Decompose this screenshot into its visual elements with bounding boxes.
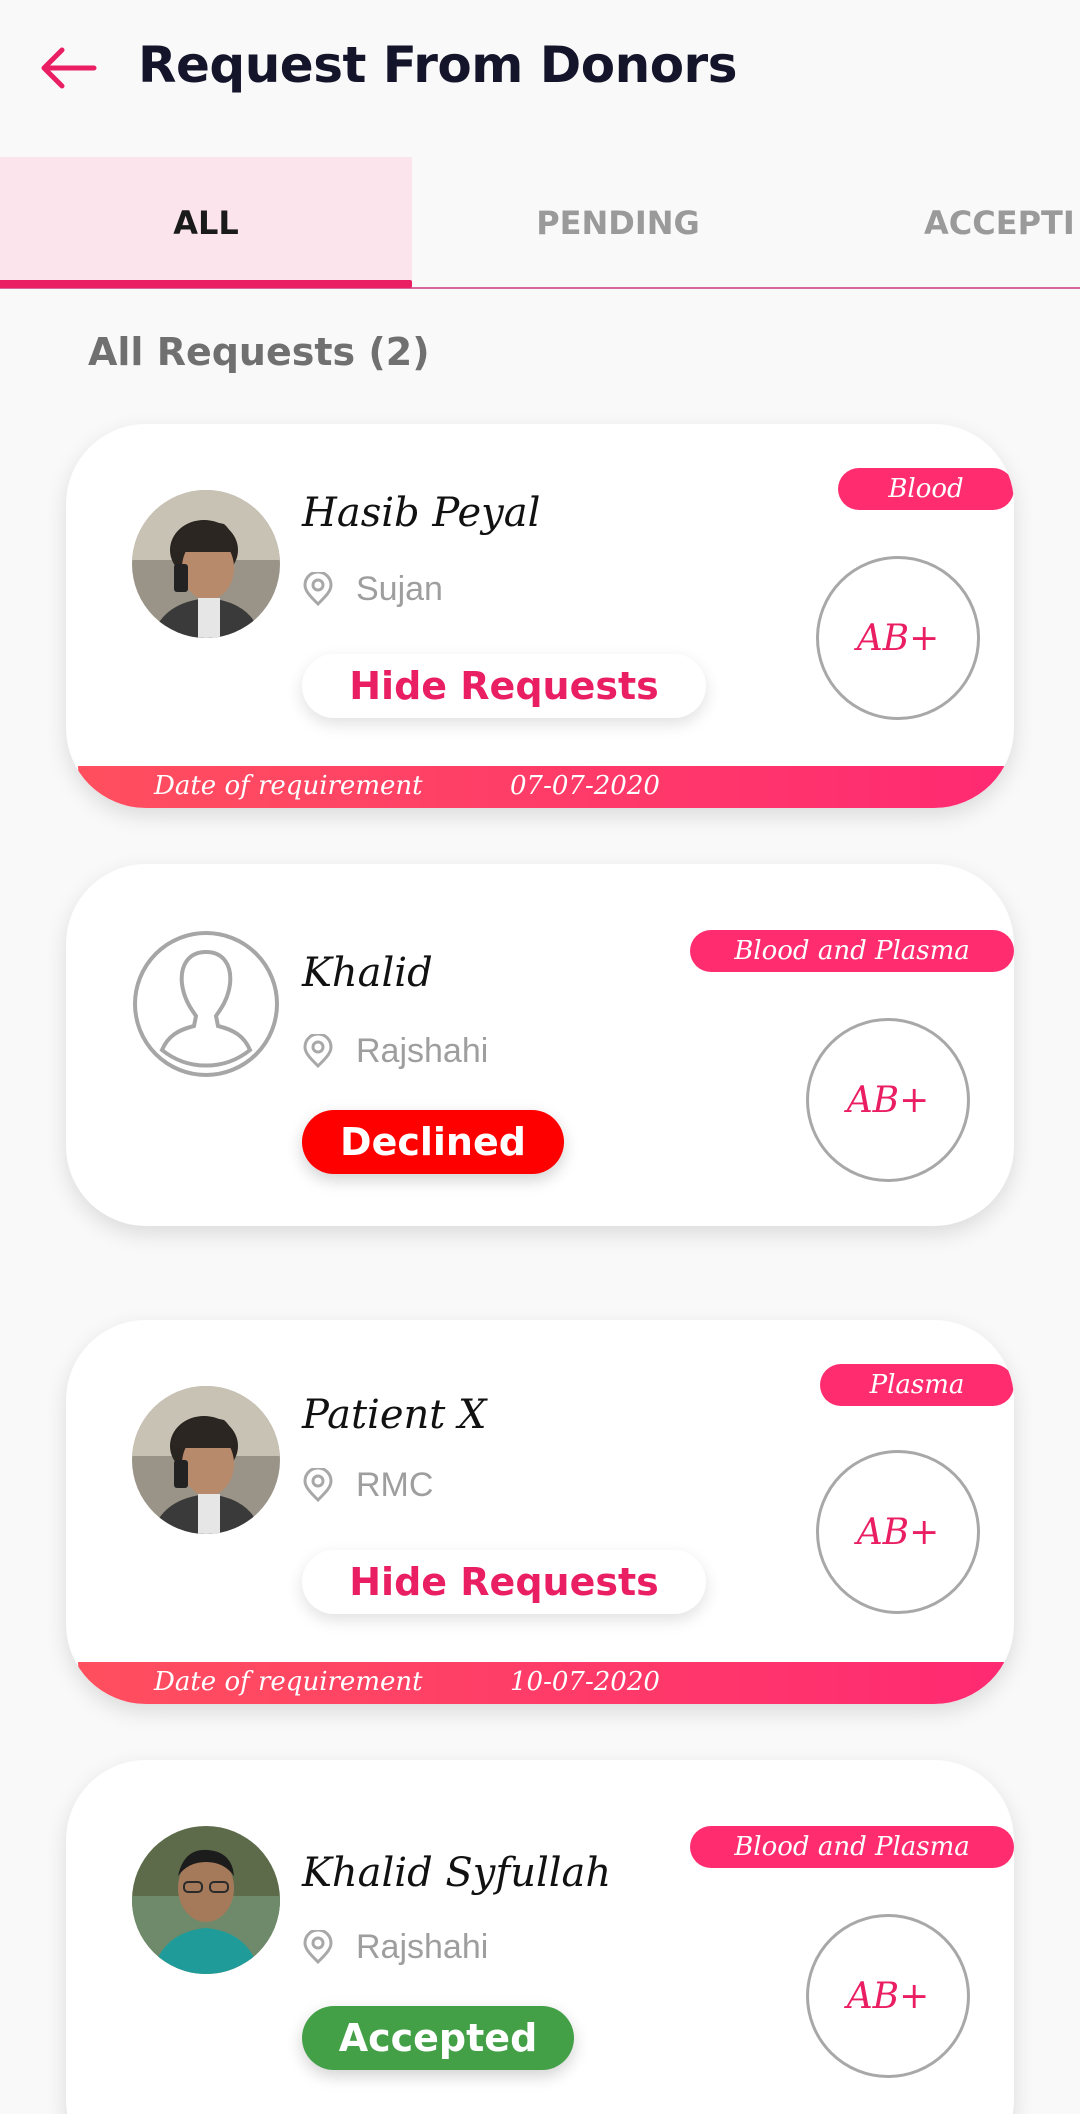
app-bar: Request From Donors — [0, 0, 1080, 140]
donor-location: Rajshahi — [356, 1928, 489, 1966]
blood-group-badge: AB+ — [816, 1450, 980, 1614]
hide-requests-button[interactable]: Hide Requests — [302, 1550, 706, 1614]
blood-group-badge: AB+ — [806, 1914, 970, 2078]
donor-name: Patient X — [302, 1392, 487, 1438]
tab-indicator — [0, 280, 412, 288]
donor-name: Hasib Peyal — [302, 490, 541, 536]
request-card[interactable]: Khalid Syfullah Rajshahi Accepted Blood … — [66, 1760, 1014, 2114]
request-card[interactable]: Patient X RMC Hide Requests Plasma AB+ D… — [66, 1320, 1014, 1704]
request-card[interactable]: Hasib Peyal Sujan Hide Requests Blood AB… — [66, 424, 1014, 808]
tab-pending[interactable]: PENDING — [412, 157, 824, 289]
request-type-badge: Blood — [838, 468, 1014, 510]
avatar — [132, 490, 280, 638]
page-title: Request From Donors — [138, 36, 737, 94]
tab-bar: ALL PENDING ACCEPTI — [0, 157, 1080, 289]
section-title: All Requests (2) — [88, 330, 430, 374]
request-type-badge: Blood and Plasma — [690, 1826, 1014, 1868]
date-bar: Date of requirement 07-07-2020 — [78, 766, 1004, 808]
status-declined-badge: Declined — [302, 1110, 564, 1174]
back-button[interactable] — [36, 40, 100, 96]
avatar — [132, 1386, 280, 1534]
avatar-placeholder — [132, 930, 280, 1078]
blood-group-badge: AB+ — [816, 556, 980, 720]
request-type-badge: Blood and Plasma — [690, 930, 1014, 972]
date-label: Date of requirement — [154, 1667, 423, 1697]
location-pin-icon — [303, 1034, 333, 1069]
location-pin-icon — [303, 572, 333, 607]
request-card[interactable]: Khalid Rajshahi Declined Blood and Plasm… — [66, 864, 1014, 1226]
location-pin-icon — [303, 1468, 333, 1503]
date-bar: Date of requirement 10-07-2020 — [78, 1662, 1004, 1704]
status-accepted-badge: Accepted — [302, 2006, 574, 2070]
hide-requests-button[interactable]: Hide Requests — [302, 654, 706, 718]
date-label: Date of requirement — [154, 771, 423, 801]
tab-all[interactable]: ALL — [0, 157, 412, 289]
donor-name: Khalid Syfullah — [302, 1850, 612, 1896]
blood-group-badge: AB+ — [806, 1018, 970, 1182]
tab-accepted[interactable]: ACCEPTI — [924, 157, 1080, 289]
donor-location: RMC — [356, 1466, 434, 1504]
avatar — [132, 1826, 280, 1974]
request-type-badge: Plasma — [820, 1364, 1014, 1406]
donor-name: Khalid — [302, 950, 433, 996]
location-pin-icon — [303, 1930, 333, 1965]
donor-location: Rajshahi — [356, 1032, 489, 1070]
arrow-left-icon — [41, 47, 97, 89]
donor-location: Sujan — [356, 570, 443, 608]
date-value: 07-07-2020 — [510, 771, 660, 801]
date-value: 10-07-2020 — [510, 1667, 660, 1697]
